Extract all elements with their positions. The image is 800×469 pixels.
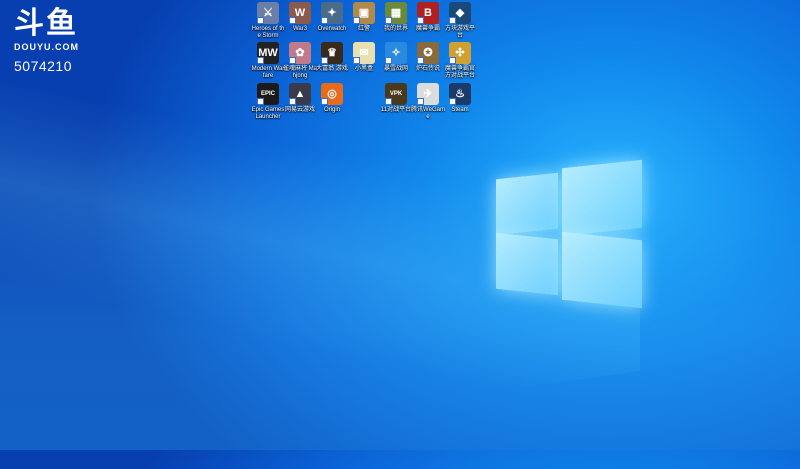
desktop-icon-label: 暴雪战网 (383, 66, 408, 72)
desktop-icon[interactable]: ◎ Origin (317, 83, 347, 114)
desktop-icon-label: 红警 (357, 26, 370, 32)
desktop-icon-label: Heroes of the Storm (251, 26, 285, 39)
desktop-icon[interactable]: ♨ Steam (445, 83, 475, 114)
desktop-icon[interactable]: ▣ 红警 (349, 2, 379, 33)
app-icon: ✧ (385, 42, 407, 64)
douyu-watermark: 斗鱼 DOUYU.COM 5074210 (14, 7, 79, 75)
desktop-icon-label: War3 (292, 26, 308, 32)
app-icon: ♨ (449, 83, 471, 105)
desktop-icon-label: Origin (323, 107, 340, 113)
app-icon: VPK (385, 83, 407, 105)
windows-logo-pane (496, 232, 558, 296)
douyu-domain: DOUYU.COM (14, 42, 79, 52)
app-icon: B (417, 2, 439, 24)
app-icon: ✣ (449, 42, 471, 64)
room-number: 5074210 (14, 58, 73, 74)
app-icon: ⚔ (257, 2, 279, 24)
desktop-icon[interactable]: VPK 11对战平台 (381, 83, 411, 114)
app-icon: ◎ (321, 83, 343, 105)
desktop-icon[interactable]: ✈ 腾讯WeGame (411, 83, 445, 121)
desktop-icon-label: 魔兽争霸 (415, 26, 440, 32)
light-beam (0, 150, 800, 450)
desktop-icon[interactable]: ▲ 网易云游戏 (285, 83, 315, 114)
windows-logo-pane (496, 172, 558, 236)
desktop-icon[interactable]: ♛ 大富翁 游戏 (316, 42, 348, 73)
desktop-icon[interactable]: ◆ 方块游戏平台 (445, 2, 475, 40)
desktop-icon-label: Epic Games Launcher (251, 107, 285, 120)
app-icon: ▲ (289, 83, 311, 105)
desktop-icon[interactable]: W War3 (285, 2, 315, 33)
desktop-icon-label: 大富翁 游戏 (316, 66, 348, 72)
app-icon: W (289, 2, 311, 24)
app-icon: ✦ (321, 2, 343, 24)
desktop-icon[interactable]: ✣ 魔兽争霸官方对战平台 (445, 42, 475, 80)
app-icon: MW (257, 42, 279, 64)
app-icon: EPIC (257, 83, 279, 105)
desktop-icon-label: 11对战平台 (380, 107, 412, 113)
desktop-icon-label: 网易云游戏 (284, 107, 315, 113)
desktop-icon[interactable]: ✧ 暴雪战网 (381, 42, 411, 73)
desktop-icon[interactable]: ⚔ Heroes of the Storm (251, 2, 285, 40)
app-icon: ◆ (449, 2, 471, 24)
douyu-logo: 斗鱼 (14, 7, 78, 40)
desktop-icon[interactable]: ✿ 雀魂麻将 Mahjong (283, 42, 318, 80)
desktop-icon-label: Overwatch (317, 26, 347, 32)
desktop-icon-label: Steam (451, 107, 469, 113)
app-icon: ▦ (385, 2, 407, 24)
desktop-icon-label: 方块游戏平台 (444, 26, 475, 39)
desktop-icon-label: 雀魂麻将 Mahjong (283, 66, 318, 79)
app-icon: ▣ (353, 2, 375, 24)
desktop-icon-label: 我的世界 (383, 26, 408, 32)
app-icon: ✉ (353, 42, 375, 64)
windows-logo-pane (562, 231, 642, 309)
desktop-icon[interactable]: MW Modern Warfare (251, 42, 285, 80)
desktop-icon[interactable]: ▦ 我的世界 (381, 2, 411, 33)
desktop-icon-label: 小黑盒 (354, 66, 373, 72)
app-icon: ✈ (417, 83, 439, 105)
windows-logo-wallpaper (496, 158, 644, 310)
app-icon: ✪ (417, 42, 439, 64)
desktop-icon[interactable]: EPIC Epic Games Launcher (251, 83, 285, 121)
windows-logo-pane (562, 159, 642, 237)
app-icon: ♛ (321, 42, 343, 64)
desktop-icon[interactable]: ✉ 小黑盒 (349, 42, 379, 73)
desktop-icon[interactable]: ✦ Overwatch (317, 2, 347, 33)
desktop-icon-label: 魔兽争霸官方对战平台 (444, 66, 475, 79)
desktop-icon-label: 炉石传说 (415, 66, 440, 72)
desktop-icon[interactable]: B 魔兽争霸 (413, 2, 443, 33)
desktop-icon-label: 腾讯WeGame (411, 107, 445, 120)
desktop-icon-label: Modern Warfare (251, 66, 285, 79)
app-icon: ✿ (289, 42, 311, 64)
desktop-icon[interactable]: ✪ 炉石传说 (413, 42, 443, 73)
